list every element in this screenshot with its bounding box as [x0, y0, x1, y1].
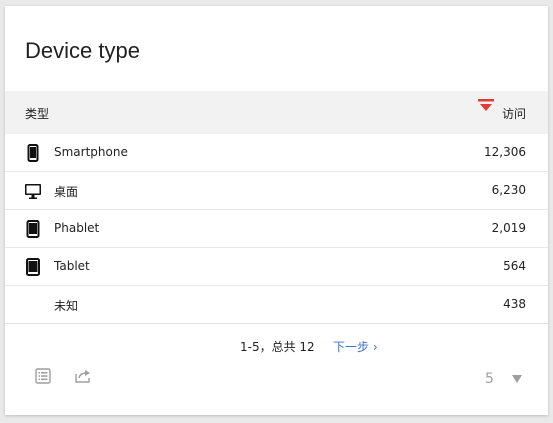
row-visits: 564 — [503, 259, 526, 273]
sort-desc-icon[interactable] — [477, 98, 497, 116]
tablet-icon — [26, 258, 40, 276]
row-label: Phablet — [54, 221, 100, 235]
phablet-icon — [26, 220, 40, 238]
widget-title: Device type — [25, 38, 140, 63]
visualization-table-icon[interactable] — [34, 367, 52, 385]
page-size-value[interactable]: 5 — [485, 371, 494, 387]
chevron-down-icon[interactable] — [511, 374, 523, 384]
table-row[interactable]: 桌面 6,230 — [5, 172, 548, 210]
row-visits: 2,019 — [491, 221, 526, 235]
desktop-icon — [25, 184, 41, 199]
row-label: Tablet — [54, 259, 90, 273]
device-type-widget: Device type 类型 访问 Smartphone 12,306 桌面 6… — [5, 6, 548, 415]
next-page-link[interactable]: 下一步 › — [333, 338, 378, 355]
row-label: Smartphone — [54, 145, 128, 159]
row-label: 桌面 — [54, 185, 79, 199]
table-row[interactable]: Phablet 2,019 — [5, 210, 548, 248]
pagination-info: 1-5，总共 12 — [240, 340, 315, 354]
table-row[interactable]: Tablet 564 — [5, 248, 548, 286]
column-header-visits[interactable]: 访问 — [502, 105, 526, 122]
table-body: Smartphone 12,306 桌面 6,230 Phablet 2,019 — [5, 134, 548, 324]
export-icon[interactable] — [74, 367, 92, 385]
row-label: 未知 — [54, 299, 79, 313]
table-header: 类型 访问 — [5, 91, 548, 134]
smartphone-icon — [27, 144, 39, 162]
row-visits: 438 — [503, 297, 526, 311]
row-visits: 12,306 — [484, 145, 526, 159]
table-row[interactable]: Smartphone 12,306 — [5, 134, 548, 172]
table-row[interactable]: 未知 438 — [5, 286, 548, 324]
row-visits: 6,230 — [491, 183, 526, 197]
column-header-type[interactable]: 类型 — [25, 105, 49, 122]
